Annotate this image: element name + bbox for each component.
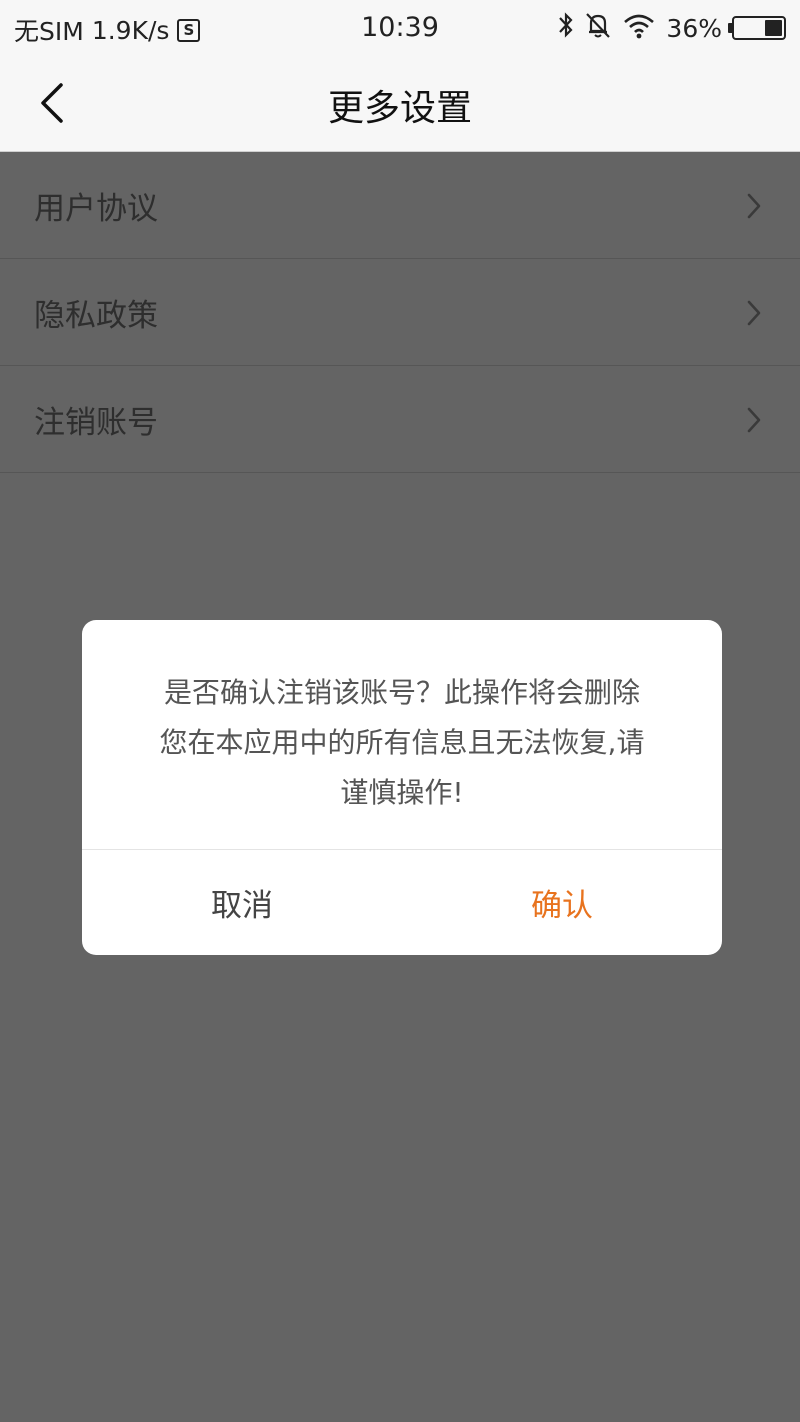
- battery-percent: 36%: [666, 13, 722, 43]
- menu-item-label: 用户协议: [34, 190, 158, 227]
- confirm-delete-dialog: 是否确认注销该账号？此操作将会删除 您在本应用中的所有信息且无法恢复,请 谨慎操…: [82, 620, 722, 955]
- dialog-message-line: 您在本应用中的所有信息且无法恢复,请: [159, 726, 645, 759]
- chevron-right-icon: [747, 300, 761, 326]
- confirm-button[interactable]: 确认: [402, 850, 722, 955]
- dialog-message-line: 是否确认注销该账号？此操作将会删除: [163, 676, 640, 709]
- menu-item-label: 隐私政策: [34, 297, 158, 334]
- mute-bell-icon: [584, 10, 612, 46]
- chevron-right-icon: [747, 407, 761, 433]
- dialog-message-line: 谨慎操作!: [340, 776, 464, 809]
- battery-fill: [765, 20, 782, 36]
- menu-item-label: 注销账号: [34, 404, 158, 441]
- wifi-icon: [622, 10, 656, 46]
- cancel-button[interactable]: 取消: [82, 850, 402, 955]
- settings-list: 用户协议 隐私政策 注销账号: [0, 152, 800, 473]
- menu-item-delete-account[interactable]: 注销账号: [0, 366, 800, 473]
- page-title: 更多设置: [327, 88, 472, 129]
- status-right: 36%: [558, 10, 786, 46]
- navigation-bar: 更多设置: [0, 55, 800, 152]
- chevron-right-icon: [747, 193, 761, 219]
- bluetooth-icon: [558, 10, 574, 46]
- dialog-message: 是否确认注销该账号？此操作将会删除 您在本应用中的所有信息且无法恢复,请 谨慎操…: [122, 668, 682, 818]
- status-bar: 无SIM 1.9K/s S 10:39 36%: [0, 0, 800, 55]
- menu-item-privacy-policy[interactable]: 隐私政策: [0, 259, 800, 366]
- menu-item-user-agreement[interactable]: 用户协议: [0, 152, 800, 259]
- battery-icon: [728, 16, 786, 40]
